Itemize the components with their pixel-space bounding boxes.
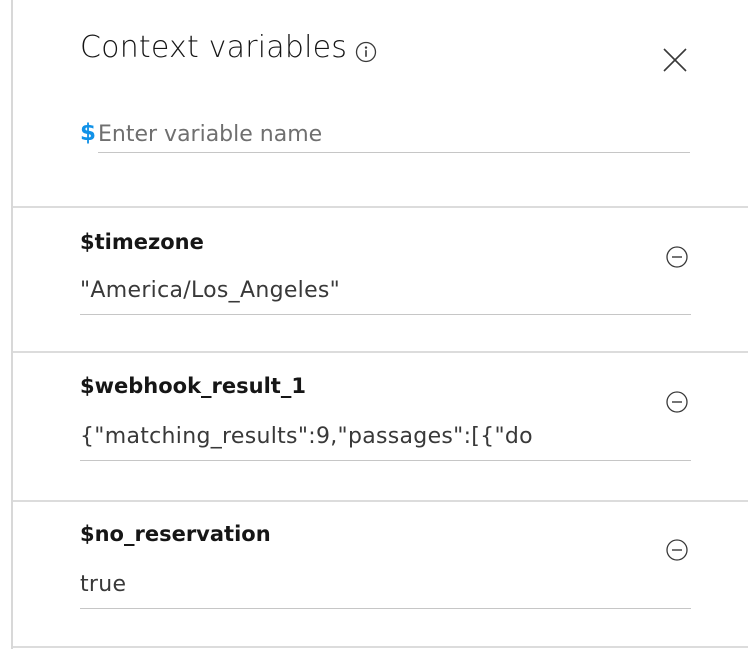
minus-circle-icon[interactable] [665, 245, 689, 269]
info-icon[interactable] [355, 41, 377, 63]
panel-header: Context variables $ [13, 0, 748, 206]
variable-prefix: $ [80, 120, 97, 146]
variable-row-no-reservation: $no_reservation true [13, 522, 748, 642]
context-variables-panel: Context variables $ $timezone "America/L… [0, 0, 748, 649]
divider [13, 646, 748, 648]
variable-value-field[interactable]: {"matching_results":9,"passages":[{"do [80, 424, 691, 461]
divider [13, 206, 748, 208]
variable-value-field[interactable]: "America/Los_Angeles" [80, 278, 691, 315]
variable-value-field[interactable]: true [80, 572, 691, 609]
minus-circle-icon[interactable] [665, 390, 689, 414]
variable-row-timezone: $timezone "America/Los_Angeles" [13, 230, 748, 350]
variable-name: $webhook_result_1 [80, 374, 306, 398]
close-icon[interactable] [659, 44, 691, 76]
variable-name: $timezone [80, 230, 204, 254]
new-variable-field: $ [80, 116, 690, 156]
variable-name-input[interactable] [98, 116, 690, 153]
panel-title: Context variables [80, 30, 348, 65]
variable-name: $no_reservation [80, 522, 271, 546]
minus-circle-icon[interactable] [665, 538, 689, 562]
divider [13, 500, 748, 502]
variable-row-webhook-result: $webhook_result_1 {"matching_results":9,… [13, 374, 748, 500]
divider [13, 351, 748, 353]
title-row: Context variables [80, 30, 377, 65]
